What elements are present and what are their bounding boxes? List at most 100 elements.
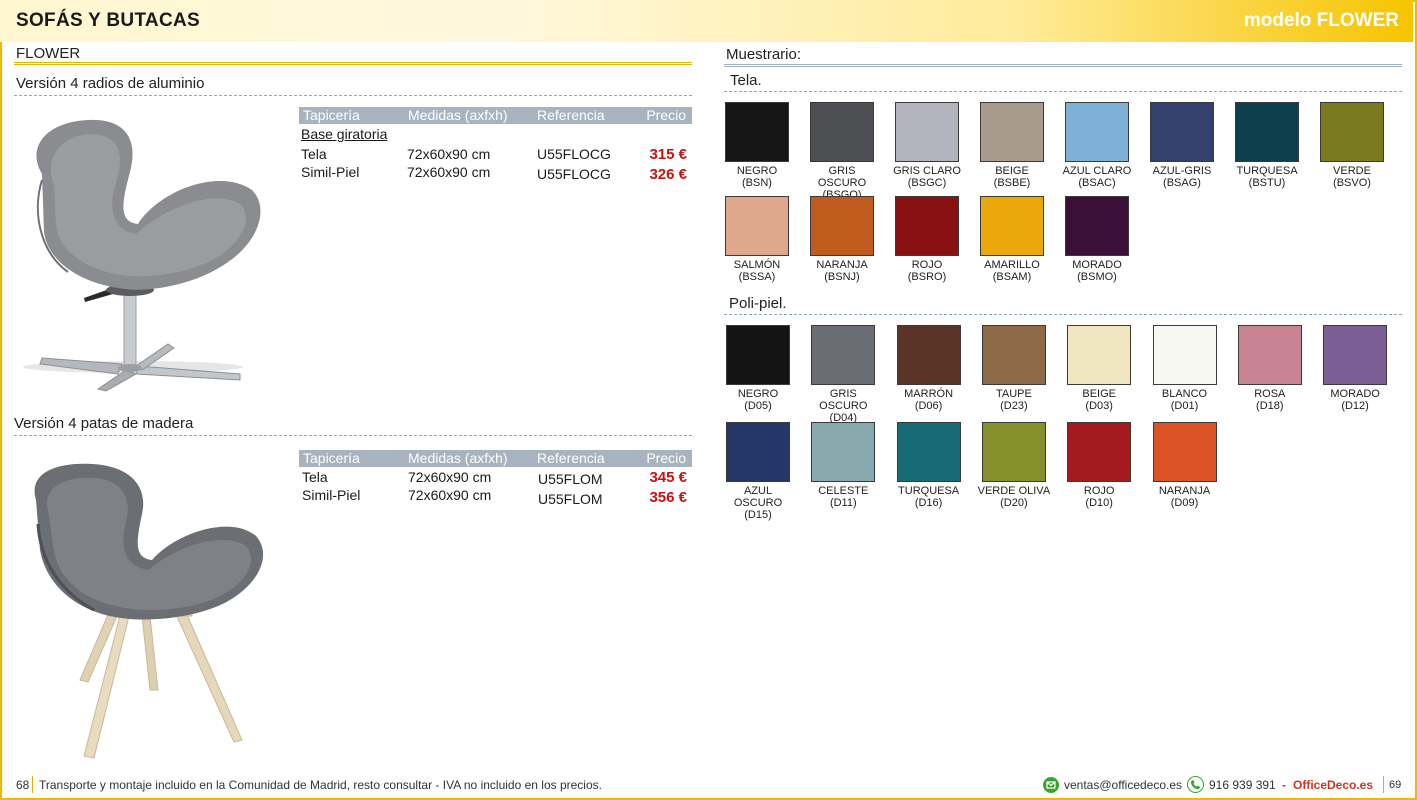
swatch-color (1237, 325, 1302, 385)
swatch-color (1067, 422, 1132, 482)
swatch-item[interactable]: TAUPE (D23) (976, 325, 1052, 412)
swatch-name: NARANJA (1158, 485, 1211, 497)
swatch-item[interactable]: TURQUESA (BSTU) (1229, 102, 1305, 189)
swatch-color (1152, 325, 1217, 385)
swatch-code: (BSTU) (1248, 177, 1286, 189)
price-table-swivel: Tapicería Medidas (axfxh) Referencia Pre… (299, 107, 692, 184)
swatch-name: NARANJA (816, 259, 868, 271)
swatch-color (725, 102, 789, 162)
footer-note: Transporte y montaje incluido en la Comu… (39, 778, 602, 792)
swatch-item[interactable]: BLANCO (D01) (1147, 325, 1223, 412)
col-medidas: Medidas (axfxh) (408, 107, 508, 123)
swatch-item[interactable]: GRIS OSCURO (BSGO) (804, 102, 880, 201)
swatch-name: BLANCO (1161, 388, 1208, 400)
swatch-code: (BSN) (742, 177, 772, 189)
row-medidas: 72x60x90 cm (408, 469, 492, 485)
swatch-name: ROJO (1083, 485, 1115, 497)
swatch-color (726, 422, 790, 482)
swatch-item[interactable]: SALMÓN (BSSA) (719, 196, 795, 283)
footer-separator: - (1282, 778, 1286, 792)
swatch-name: BEIGE (1082, 388, 1116, 400)
swatch-item[interactable]: NEGRO (D05) (720, 325, 796, 412)
row-medidas: 72x60x90 cm (408, 487, 492, 503)
swatch-item[interactable]: NARANJA (BSNJ) (804, 196, 880, 283)
version1-rule (14, 95, 692, 96)
swatch-color (1323, 325, 1388, 385)
row-medidas: 72x60x90 cm (407, 164, 491, 180)
swatch-item[interactable]: AZUL CLARO (BSAC) (1059, 102, 1135, 189)
swatch-name: ROSA (1254, 388, 1286, 400)
swatch-item[interactable]: VERDE (BSVO) (1314, 102, 1390, 189)
col-precio: Precio (646, 450, 686, 466)
header-bar: SOFÁS Y BUTACAS modelo FLOWER (0, 0, 1413, 42)
swatch-item[interactable]: MORADO (D12) (1317, 325, 1393, 412)
swatch-name: BEIGE (995, 165, 1029, 177)
swatch-item[interactable]: MORADO (BSMO) (1059, 196, 1135, 283)
footer-phone: 916 939 391 (1209, 778, 1276, 792)
row-precio: 356 € (649, 489, 687, 506)
table-subheading-row: Base giratoria (299, 124, 692, 144)
base-giratoria-label: Base giratoria (301, 126, 388, 142)
swatch-color (725, 196, 789, 256)
swatch-name: AZUL OSCURO (733, 485, 783, 509)
model-title: modelo FLOWER (1243, 10, 1399, 31)
swatch-item[interactable]: CELESTE (D11) (805, 422, 881, 509)
swatch-code: (BSAG) (1163, 177, 1201, 189)
swatch-color (1067, 325, 1132, 385)
swatch-item[interactable]: AZUL-GRIS (BSAG) (1144, 102, 1220, 189)
version2-rule (14, 435, 692, 436)
swatch-item[interactable]: VERDE OLIVA (D20) (976, 422, 1052, 509)
swatch-code: (D18) (1256, 400, 1284, 412)
swatch-name: MARRÓN (904, 388, 954, 400)
swatch-name: AMARILLO (984, 259, 1040, 271)
polipiel-rule (724, 314, 1402, 315)
version2-title: Versión 4 patas de madera (14, 415, 194, 432)
footer-divider-right (1383, 776, 1384, 793)
swatch-item[interactable]: ROJO (D10) (1061, 422, 1137, 509)
swatch-code: (BSMO) (1077, 271, 1117, 283)
muestrario-rule (724, 64, 1402, 67)
swatch-name: NEGRO (736, 165, 778, 177)
swatch-item[interactable]: ROSA (D18) (1232, 325, 1308, 412)
swatch-item[interactable]: BEIGE (D03) (1061, 325, 1137, 412)
swatch-color (980, 102, 1044, 162)
footer-brand[interactable]: OfficeDeco.es (1293, 778, 1373, 792)
col-referencia: Referencia (537, 450, 605, 466)
swatch-item[interactable]: ROJO (BSRO) (889, 196, 965, 283)
swatch-code: (BSNJ) (824, 271, 860, 283)
row-referencia: U55FLOM (538, 491, 603, 507)
row-precio: 315 € (649, 146, 687, 163)
swatch-item[interactable]: NARANJA (D09) (1147, 422, 1223, 509)
col-tapiceria: Tapicería (303, 107, 360, 123)
swatch-code: (D20) (1000, 497, 1028, 509)
swatch-item[interactable]: AZUL OSCURO (D15) (720, 422, 796, 521)
swatch-color (1150, 102, 1214, 162)
swatch-color (896, 325, 961, 385)
col-referencia: Referencia (537, 107, 605, 123)
swatch-item[interactable]: AMARILLO (BSAM) (974, 196, 1050, 283)
swatch-color (895, 102, 959, 162)
swatch-item[interactable]: MARRÓN (D06) (891, 325, 967, 412)
swatch-name: VERDE OLIVA (977, 485, 1051, 497)
swatch-item[interactable]: TURQUESA (D16) (891, 422, 967, 509)
swatch-code: (D10) (1085, 497, 1113, 509)
swatch-color (980, 196, 1044, 256)
table-row: Tela 72x60x90 cm U55FLOM 345 € (299, 467, 692, 487)
version1-title: Versión 4 radios de aluminio (16, 75, 205, 92)
table-row: Simil-Piel 72x60x90 cm U55FLOM 356 € (299, 487, 692, 507)
swatch-item[interactable]: NEGRO (BSN) (719, 102, 795, 189)
footer-email[interactable]: ventas@officedeco.es (1064, 778, 1182, 792)
swatch-code: (BSAM) (992, 271, 1032, 283)
swatch-code: (D06) (914, 400, 943, 412)
swatch-item[interactable]: GRIS CLARO (BSGC) (889, 102, 965, 189)
swatch-name: MORADO (1072, 259, 1122, 271)
swatch-item[interactable]: BEIGE (BSBE) (974, 102, 1050, 189)
swatch-item[interactable]: GRIS OSCURO (D04) (805, 325, 881, 424)
swatch-name: MORADO (1330, 388, 1380, 400)
product-name: FLOWER (16, 45, 81, 62)
row-medidas: 72x60x90 cm (407, 146, 491, 162)
swatch-code: (D01) (1170, 400, 1199, 412)
tela-rule (724, 91, 1402, 92)
phone-icon (1187, 776, 1204, 793)
chair-wood-image (34, 463, 264, 759)
